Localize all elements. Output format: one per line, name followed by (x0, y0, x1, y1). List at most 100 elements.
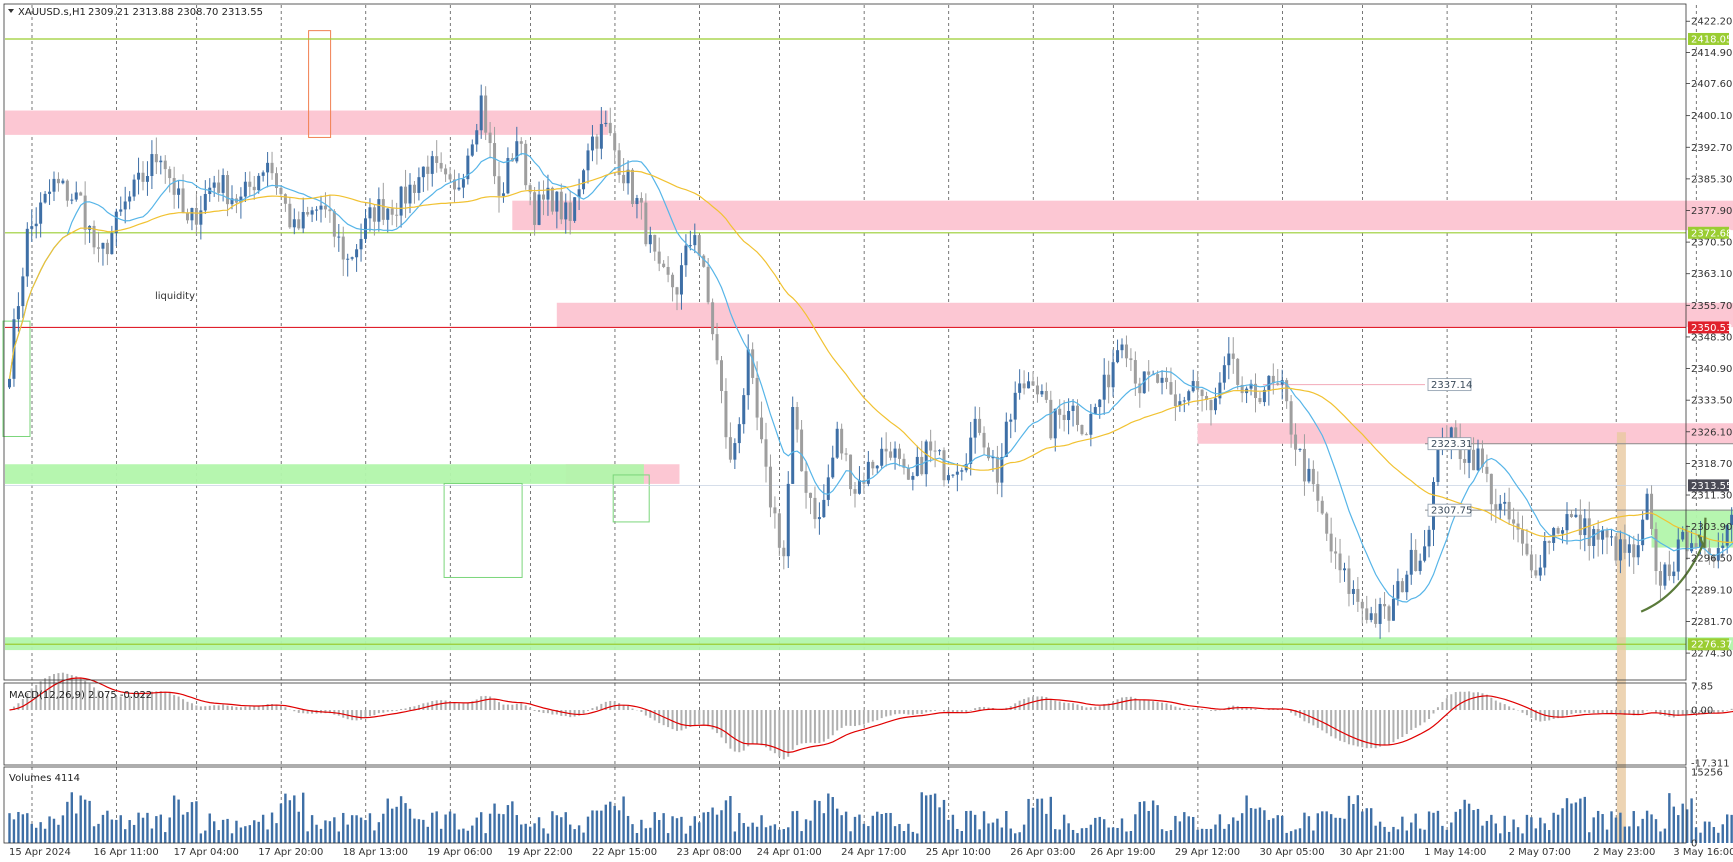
candle-body (1663, 564, 1667, 586)
candle-body (662, 263, 666, 267)
price-tick-label: 2400.10 (1691, 111, 1732, 122)
time-tick-label: 29 Apr 12:00 (1175, 847, 1240, 858)
candle-body (760, 417, 764, 440)
candle-body (203, 194, 207, 211)
candle-body (479, 95, 483, 131)
candle-body (221, 175, 225, 193)
candle-body (1409, 549, 1413, 575)
supply-zone (512, 200, 1733, 231)
candle-body (1084, 434, 1088, 436)
candle-body (1565, 514, 1569, 531)
candle-body (1561, 530, 1565, 534)
candle-body (706, 266, 710, 303)
candle-body (519, 141, 523, 144)
candle-body (1667, 564, 1671, 577)
candle-body (684, 245, 688, 266)
price-tick-label: 2311.30 (1691, 491, 1732, 502)
price-tick-label: 2340.90 (1691, 364, 1732, 375)
candle-body (938, 450, 942, 452)
candle-body (1387, 606, 1391, 621)
candle-body (524, 143, 528, 186)
candle-body (1294, 434, 1298, 450)
time-tick-label: 19 Apr 06:00 (427, 847, 492, 858)
candle-body (1009, 419, 1013, 422)
candle-body (1298, 448, 1302, 450)
time-tick-label: 30 Apr 05:00 (1259, 847, 1324, 858)
candle-body (1574, 514, 1578, 517)
time-tick-label: 2 May 23:00 (1593, 847, 1655, 858)
candle-body (951, 474, 955, 476)
time-tick-label: 30 Apr 21:00 (1340, 847, 1405, 858)
candle-body (105, 242, 109, 255)
candle-body (1258, 398, 1262, 403)
candle-body (1222, 365, 1226, 383)
candle-body (920, 456, 924, 475)
candle-body (1107, 374, 1111, 388)
candle-body (355, 249, 359, 258)
candle-body (906, 467, 910, 480)
candle-body (1498, 503, 1502, 510)
candle-body (1133, 360, 1137, 384)
candle-body (653, 234, 657, 252)
supply-zone (5, 110, 609, 135)
indicator-tick-label: 7.85 (1691, 682, 1713, 693)
candle-body (969, 437, 973, 464)
candle-body (982, 432, 986, 448)
candle-body (1267, 375, 1271, 390)
candle-body (1454, 427, 1458, 440)
candle-body (1129, 358, 1133, 361)
candle-body (1182, 400, 1186, 402)
candle-body (1311, 468, 1315, 485)
candle-body (217, 182, 221, 193)
candle-body (137, 172, 141, 180)
candle-body (889, 451, 893, 458)
candle-body (844, 453, 848, 455)
candle-body (1405, 574, 1409, 593)
candle-body (742, 395, 746, 425)
candle-body (1534, 570, 1538, 576)
candle-body (795, 407, 799, 430)
candle-body (1022, 383, 1026, 389)
candle-body (181, 188, 185, 213)
time-tick-label: 25 Apr 10:00 (926, 847, 991, 858)
trading-chart[interactable]: 2422.20 2414.90 2407.60 2400.10 2392.70 2385.… (0, 0, 1733, 862)
candle-body (537, 194, 541, 225)
candle-body (813, 497, 817, 520)
candle-body (319, 205, 323, 210)
candle-body (1676, 539, 1680, 572)
candle-body (1614, 536, 1618, 561)
candle-body (412, 184, 416, 193)
candle-body (822, 499, 826, 518)
candle-body (831, 457, 835, 478)
callout-text: 2337.14 (1431, 380, 1472, 391)
candle-body (1165, 377, 1168, 383)
price-tick-label: 2422.20 (1691, 17, 1732, 28)
candle-body (1035, 385, 1039, 395)
candle-body (306, 212, 310, 215)
candle-body (911, 475, 915, 480)
candle-body (880, 448, 884, 466)
time-tick-label: 18 Apr 13:00 (343, 847, 408, 858)
candle-body (1027, 381, 1031, 389)
candle-body (960, 470, 964, 472)
candle-body (83, 195, 87, 230)
candle-body (439, 162, 443, 169)
time-tick-label: 23 Apr 08:00 (677, 847, 742, 858)
candle-body (190, 208, 194, 221)
candle-body (123, 201, 127, 210)
candle-body (266, 162, 270, 173)
candle-body (1525, 543, 1529, 555)
time-tick-label: 26 Apr 19:00 (1090, 847, 1155, 858)
candle-body (506, 158, 510, 194)
candle-body (613, 133, 617, 151)
candle-body (1463, 459, 1467, 463)
price-tick-label: 2407.60 (1691, 79, 1732, 90)
candle-body (973, 418, 977, 438)
time-tick-label: 19 Apr 22:00 (507, 847, 572, 858)
candle-body (679, 265, 683, 295)
macd-title: MACD(12,26,9) 2.075 -0.022 (9, 690, 152, 701)
candle-body (426, 166, 430, 174)
candle-body (1618, 539, 1622, 561)
candle-body (341, 236, 345, 260)
candle-body (328, 209, 332, 212)
